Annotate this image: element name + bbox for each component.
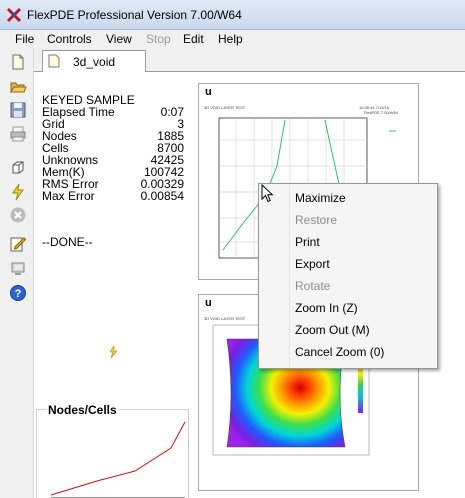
lightning-icon	[109, 346, 118, 358]
print-icon[interactable]	[9, 125, 27, 143]
menu-zoom-in[interactable]: Zoom In (Z)	[295, 301, 358, 315]
menu-restore[interactable]: Restore	[295, 213, 337, 227]
menu-file[interactable]: File	[15, 32, 34, 46]
menu-zoom-out[interactable]: Zoom Out (M)	[295, 323, 370, 337]
menu-controls[interactable]: Controls	[47, 32, 92, 46]
left-toolbar: ?	[0, 48, 34, 498]
menu-help[interactable]: Help	[218, 32, 243, 46]
menu-export[interactable]: Export	[295, 257, 330, 271]
menu-view[interactable]: View	[106, 32, 132, 46]
plot-context-menu: Maximize Restore Print Export Rotate Zoo…	[258, 183, 438, 369]
content-area: KEYED SAMPLE Elapsed Time 0:07 Grid 3 Node…	[34, 72, 465, 498]
menu-print[interactable]: Print	[295, 235, 320, 249]
menu-gutter-divider	[289, 184, 290, 368]
mouse-cursor-icon	[261, 184, 273, 203]
tab-3d-void[interactable]: 3d_void	[42, 50, 146, 73]
stat-value: 0.00854	[140, 189, 184, 203]
run-statistics: KEYED SAMPLE Elapsed Time 0:07 Grid 3 Node…	[42, 94, 184, 202]
window-title: FlexPDE Professional Version 7.00/W64	[27, 8, 242, 22]
nodes-cells-graph	[50, 421, 186, 498]
monitor-icon[interactable]	[9, 260, 27, 278]
stop-icon[interactable]	[9, 206, 27, 224]
help-icon[interactable]: ?	[9, 284, 27, 302]
menu-bar: File Controls View Stop Edit Help	[0, 30, 465, 48]
menu-cancel-zoom[interactable]: Cancel Zoom (0)	[295, 345, 384, 359]
done-status: --DONE--	[42, 235, 93, 249]
menu-maximize[interactable]: Maximize	[295, 191, 346, 205]
edit-script-icon[interactable]	[9, 235, 27, 253]
stat-row: Max Error 0.00854	[42, 190, 184, 202]
save-icon[interactable]	[9, 101, 27, 119]
menu-edit[interactable]: Edit	[183, 32, 204, 46]
3d-view-icon[interactable]	[9, 159, 27, 177]
new-file-icon[interactable]	[9, 53, 27, 71]
open-folder-icon[interactable]	[9, 78, 27, 96]
menu-stop[interactable]: Stop	[146, 32, 171, 46]
document-tabstrip: 3d_void	[34, 48, 465, 73]
title-bar: FlexPDE Professional Version 7.00/W64	[0, 0, 465, 30]
tab-label: 3d_void	[73, 55, 116, 69]
nodes-cells-panel: Nodes/Cells	[36, 403, 189, 498]
flexpde-app-icon	[6, 7, 22, 23]
svg-text:?: ?	[15, 288, 22, 300]
document-icon	[48, 54, 60, 68]
menu-rotate[interactable]: Rotate	[295, 279, 330, 293]
run-lightning-icon[interactable]	[9, 183, 27, 201]
stat-label: Max Error	[42, 189, 95, 203]
